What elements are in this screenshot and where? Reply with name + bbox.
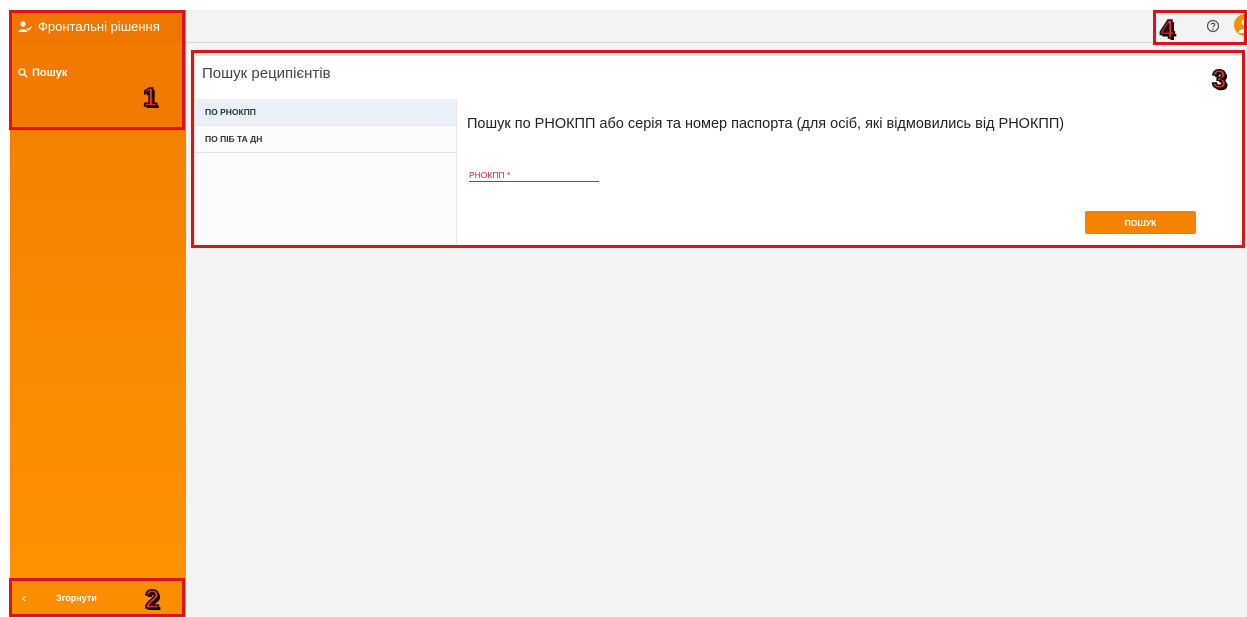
- annotation-number-1: 1: [142, 81, 158, 113]
- annotation-box-1: [9, 10, 185, 130]
- annotation-number-2: 2: [144, 583, 160, 615]
- annotation-box-3: [191, 50, 1245, 248]
- topbar: [186, 10, 1247, 43]
- annotation-number-4: 4: [1159, 13, 1175, 45]
- annotation-number-3: 3: [1211, 63, 1227, 95]
